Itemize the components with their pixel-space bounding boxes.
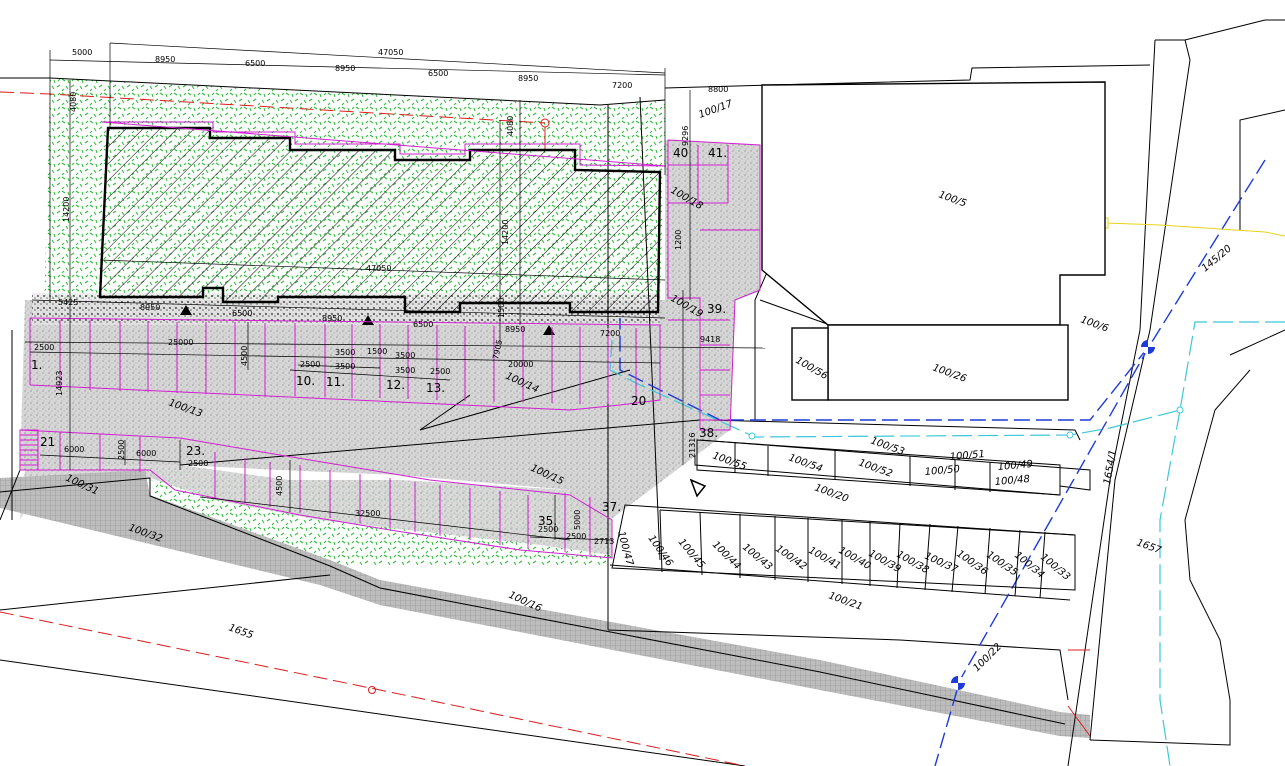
neighbour-building-100-5 bbox=[761, 81, 1106, 326]
parcel-100-43: 100/43 bbox=[740, 542, 774, 573]
dim-4500: 4500 bbox=[275, 476, 284, 496]
parking-38: 38. bbox=[699, 426, 718, 440]
dim-6500: 6500 bbox=[413, 320, 433, 329]
parking-39: 39. bbox=[707, 302, 726, 316]
parcel-100-49: 100/49 bbox=[997, 459, 1033, 473]
dim-4080: 4080 bbox=[506, 116, 515, 136]
parcel-1654-1: 1654/1 bbox=[1102, 449, 1119, 486]
parcel-100-37: 100/37 bbox=[923, 551, 960, 576]
dim-2713: 2713 bbox=[594, 537, 614, 546]
dim-3500: 3500 bbox=[395, 351, 415, 360]
dim-7200: 7200 bbox=[612, 81, 632, 90]
dim-8950: 8950 bbox=[140, 303, 160, 312]
dim-1500: 1500 bbox=[367, 347, 387, 356]
dim-3500: 3500 bbox=[335, 348, 355, 357]
dim-14200: 14200 bbox=[501, 220, 510, 245]
parcel-100-45: 100/45 bbox=[676, 537, 707, 571]
parking-1: 1. bbox=[31, 358, 42, 372]
yellow-utility-line bbox=[1100, 217, 1285, 237]
parcel-100-33: 100/33 bbox=[1038, 552, 1072, 583]
dim-8950: 8950 bbox=[322, 314, 342, 323]
dim-3500: 3500 bbox=[335, 362, 355, 371]
blue-manhole-1 bbox=[1141, 340, 1155, 354]
dim-2500: 2500 bbox=[188, 459, 208, 468]
parking-37: 37. bbox=[602, 500, 621, 514]
dim-6000: 6000 bbox=[136, 449, 156, 458]
red-marker-bottom bbox=[368, 686, 376, 694]
dim-6500: 6500 bbox=[428, 69, 448, 78]
parcel-100-38: 100/38 bbox=[895, 549, 931, 576]
parcel-100-44: 100/44 bbox=[710, 539, 743, 572]
parking-40: 40 bbox=[673, 146, 688, 160]
dim-5000: 5000 bbox=[573, 510, 582, 530]
parcel-100-36: 100/36 bbox=[954, 548, 989, 577]
parcel-100-55: 100/55 bbox=[711, 450, 748, 472]
dim-6500: 6500 bbox=[245, 59, 265, 68]
parcel-100-21: 100/21 bbox=[827, 590, 864, 612]
parcel-100-47: 100/47 bbox=[615, 530, 635, 567]
parking-11: 11. bbox=[326, 375, 345, 389]
parking-13: 13. bbox=[426, 381, 445, 395]
dim-9418: 9418 bbox=[700, 335, 720, 344]
dim-2500: 2500 bbox=[117, 440, 126, 460]
parking-12: 12. bbox=[386, 378, 405, 392]
dim-8950: 8950 bbox=[155, 55, 175, 64]
dim-1200: 1200 bbox=[674, 230, 683, 250]
dim-8950: 8950 bbox=[335, 64, 355, 73]
parcel-100-22: 100/22 bbox=[971, 641, 1004, 674]
parcel-100-6: 100/6 bbox=[1079, 314, 1110, 334]
parcel-100-20: 100/20 bbox=[813, 482, 850, 504]
parcel-100-41: 100/41 bbox=[807, 545, 843, 572]
dim-2500: 2500 bbox=[34, 343, 54, 352]
parking-10: 10. bbox=[296, 374, 315, 388]
dim-9296: 9296 bbox=[681, 126, 690, 146]
dim-3500: 3500 bbox=[395, 366, 415, 375]
parcel-1655: 1655 bbox=[227, 622, 255, 641]
dim-5425: 5425 bbox=[58, 298, 78, 307]
dim-2500: 2500 bbox=[300, 360, 320, 369]
dim-8950: 8950 bbox=[518, 74, 538, 83]
parcel-145-20: 145/20 bbox=[1200, 243, 1234, 274]
dim-8800: 8800 bbox=[708, 85, 728, 94]
dim-1500: 1500 bbox=[497, 298, 506, 318]
dim-25000: 25000 bbox=[168, 338, 193, 347]
dim-20000: 20000 bbox=[508, 360, 533, 369]
parking-21: 21 bbox=[40, 435, 55, 449]
dim-6500: 6500 bbox=[232, 309, 252, 318]
parcel-100-48: 100/48 bbox=[994, 474, 1030, 488]
parcel-1657: 1657 bbox=[1135, 537, 1163, 556]
dim-47050: 47050 bbox=[366, 264, 391, 273]
parcel-100-17: 100/17 bbox=[697, 98, 734, 121]
parking-23: 23. bbox=[186, 444, 205, 458]
dim-4500: 4500 bbox=[240, 346, 249, 366]
parcel-100-54: 100/54 bbox=[787, 452, 824, 474]
dim-7200: 7200 bbox=[600, 329, 620, 338]
dim-2500: 2500 bbox=[566, 532, 586, 541]
blue-manhole-2 bbox=[951, 676, 965, 690]
parking-20: 20 bbox=[631, 394, 646, 408]
parcel-100-52: 100/52 bbox=[857, 457, 894, 479]
parcel-100-51: 100/51 bbox=[949, 449, 985, 463]
parcel-100-46: 100/46 bbox=[646, 533, 675, 568]
dim-21316: 21316 bbox=[688, 433, 697, 458]
parcel-100-35: 100/35 bbox=[984, 549, 1019, 578]
dim-6000: 6000 bbox=[64, 445, 84, 454]
dim-5000: 5000 bbox=[72, 48, 92, 57]
dim-4080: 4080 bbox=[69, 92, 78, 112]
dim-14200: 14200 bbox=[62, 197, 71, 222]
site-plan: 5000 8950 6500 8950 6500 8950 7200 47050… bbox=[0, 19, 1285, 766]
parcel-100-42: 100/42 bbox=[773, 543, 808, 572]
dim-2500: 2500 bbox=[430, 367, 450, 376]
dim-8950: 8950 bbox=[505, 325, 525, 334]
dim-14923: 14923 bbox=[55, 371, 64, 396]
dim-32500: 32500 bbox=[355, 509, 380, 518]
neighbour-building-100-26 bbox=[791, 324, 1069, 401]
dim-47050: 47050 bbox=[378, 48, 403, 57]
parking-35: 35. bbox=[538, 514, 557, 528]
parking-41: 41. bbox=[708, 146, 727, 160]
